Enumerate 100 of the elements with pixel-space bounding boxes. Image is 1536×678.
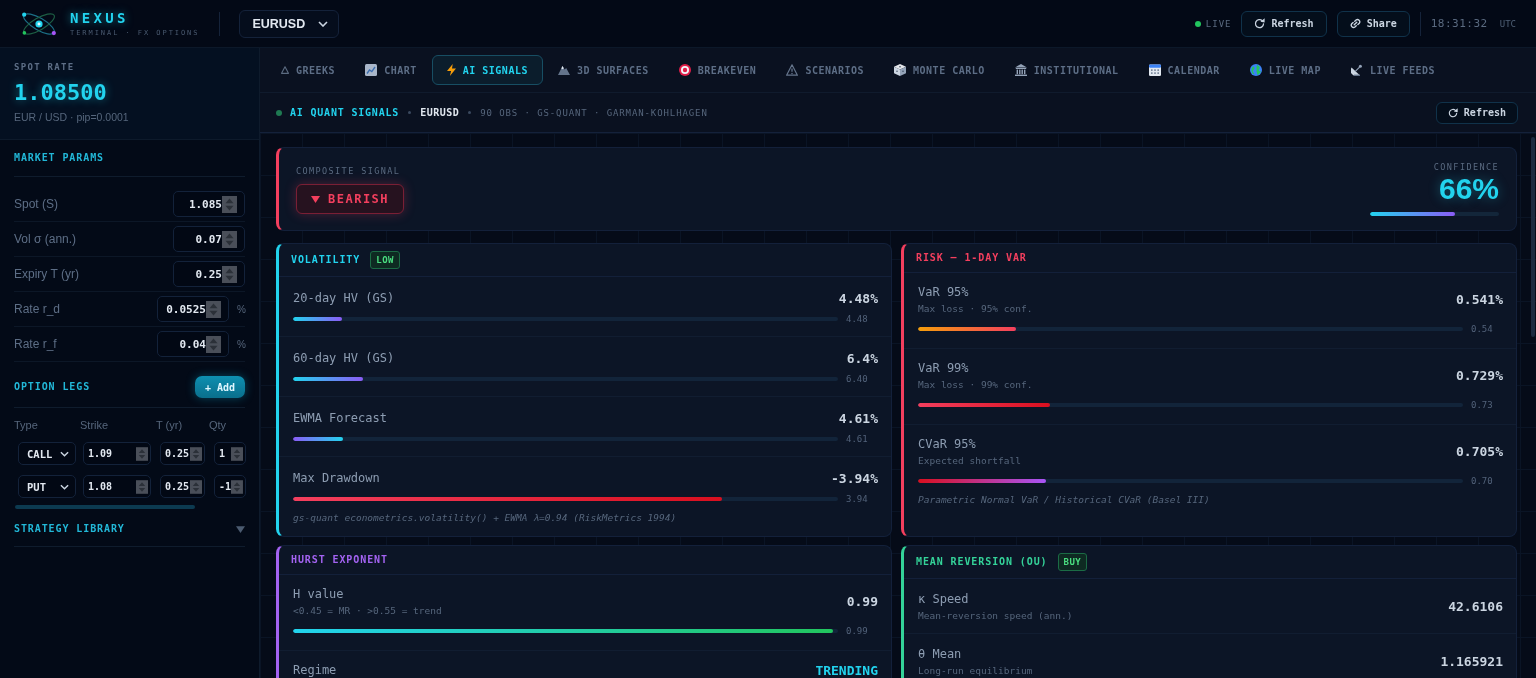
column-header: Strike [80, 419, 110, 431]
signals-title: AI QUANT SIGNALS [290, 107, 400, 118]
link-icon [1349, 18, 1361, 29]
param-label: Rate r_d [14, 302, 61, 316]
confidence-label: CONFIDENCE [1433, 161, 1499, 173]
number-field[interactable]: 1.085 [173, 191, 245, 217]
scrollbar-thumb[interactable] [1531, 137, 1535, 337]
clock-time: 18:31:32 [1430, 17, 1488, 30]
metric-label: CVaR 95% [918, 436, 977, 452]
status-badge: BUY [1057, 553, 1088, 571]
tab[interactable]: BREAKEVEN [663, 55, 772, 85]
spinner-icon [136, 445, 148, 462]
meter-reading: 4.61 [846, 434, 869, 444]
spinner-icon [190, 445, 202, 462]
tab[interactable]: 3D SURFACES [542, 55, 664, 85]
meter-reading: 4.48 [846, 314, 869, 324]
tab[interactable]: LIVE FEEDS [1335, 55, 1451, 85]
tab[interactable]: MONTE CARLO [879, 55, 1000, 85]
orbit-logo-icon [21, 10, 57, 37]
refresh-icon [1254, 18, 1266, 29]
tab[interactable]: AI SIGNALS [431, 55, 543, 85]
type-select[interactable]: PUT [18, 475, 76, 498]
metric-label: Max Drawdown [293, 470, 380, 486]
card-footnote: Parametric Normal VaR / Historical CVaR (Basel III) [917, 494, 1211, 507]
building-icon [1014, 64, 1027, 76]
scrollbar-thumb[interactable] [15, 505, 195, 509]
status-badge: LOW [370, 251, 400, 269]
metric-value: 1.165921 [1440, 654, 1503, 669]
add-leg-button[interactable]: + Add [194, 376, 245, 398]
separator-dot-icon [408, 111, 412, 114]
meter-reading: 0.73 [1471, 400, 1494, 410]
section-title: OPTION LEGS [14, 381, 91, 393]
metric-label: VaR 95% [918, 284, 970, 300]
refresh-icon [1447, 107, 1458, 118]
spinner-icon [222, 230, 237, 248]
metric-label: 60-day HV (GS) [293, 350, 395, 366]
signals-meta: 90 OBS · GS-QUANT · GARMAN-KOHLHAGEN [480, 107, 708, 118]
refresh-button[interactable]: Refresh [1435, 101, 1518, 124]
live-label: LIVE [1205, 18, 1232, 29]
chevron-icon [60, 483, 69, 490]
metric-value: 4.48% [838, 290, 878, 306]
metric-note: <0.45 = MR · >0.55 = trend [293, 604, 442, 617]
tab[interactable]: INSTITUTIONAL [999, 55, 1134, 85]
metric-value: 0.705% [1456, 444, 1503, 459]
tab[interactable]: SCENARIOS [771, 55, 880, 85]
share-button[interactable]: Share [1336, 10, 1410, 37]
metric-value: 0.729% [1456, 368, 1503, 383]
metric-value: 4.61% [838, 410, 878, 426]
warning-icon [786, 64, 799, 76]
metric-label: θ Mean [918, 646, 963, 662]
timezone-label: UTC [1499, 18, 1516, 29]
strategy-library-toggle[interactable]: STRATEGY LIBRARY [14, 509, 245, 547]
number-field[interactable]: 0.0525 [157, 296, 229, 322]
globe-icon [1249, 64, 1262, 76]
strike-field[interactable]: 1.08 [83, 475, 151, 498]
spinner-icon [190, 478, 202, 495]
meter-reading: 6.40 [846, 374, 869, 384]
spinner-icon [222, 195, 237, 213]
metric-label: κ Speed [918, 591, 970, 607]
mountain-icon [557, 65, 570, 75]
param-label: Spot (S) [14, 197, 58, 211]
card-title: HURST EXPONENT [291, 553, 388, 567]
param-label: Rate r_f [14, 337, 57, 351]
pair-label: EURUSD [420, 107, 460, 118]
metric-label: 20-day HV (GS) [293, 290, 395, 306]
meter-reading: 0.54 [1471, 324, 1494, 334]
card-footnote: gs-quant econometrics.volatility() + EWMA λ=0.94 (RiskMetrics 1994) [292, 512, 678, 525]
spot-rate-value: 1.08500 [14, 79, 108, 107]
quantity-field[interactable]: -1 [214, 475, 246, 498]
tab[interactable]: CALENDAR [1133, 55, 1235, 85]
type-select[interactable]: CALL [18, 442, 76, 465]
refresh-button[interactable]: Refresh [1241, 10, 1327, 37]
calendar-icon [1148, 64, 1161, 76]
meter-reading: 0.70 [1471, 476, 1494, 486]
expiry-field[interactable]: 0.25 [160, 442, 205, 465]
pair-select[interactable]: EURUSD [239, 9, 340, 38]
number-field[interactable]: 0.04 [157, 331, 229, 357]
number-field[interactable]: 0.25 [173, 261, 245, 287]
metric-label: VaR 99% [918, 360, 970, 376]
expiry-field[interactable]: 0.25 [160, 475, 205, 498]
metric-note: Max loss · 99% conf. [918, 378, 1033, 391]
section-title: MARKET PARAMS [14, 152, 104, 164]
meter-reading: 3.94 [846, 494, 869, 504]
tab[interactable]: GREEKS [266, 55, 351, 85]
tab[interactable]: CHART [350, 55, 432, 85]
spinner-icon [231, 478, 243, 495]
metric-value: 6.4% [846, 350, 878, 366]
strike-field[interactable]: 1.09 [83, 442, 151, 465]
spot-rate-label: SPOT RATE [14, 61, 76, 73]
dice-icon [894, 64, 907, 76]
tab[interactable]: LIVE MAP [1234, 55, 1336, 85]
card-title: MEAN REVERSION (OU) [916, 555, 1048, 569]
metric-note: Max loss · 95% conf. [918, 302, 1033, 315]
spinner-icon [206, 335, 221, 353]
metric-value: 0.99 [846, 594, 878, 609]
quantity-field[interactable]: 1 [214, 442, 246, 465]
number-field[interactable]: 0.07 [173, 226, 245, 252]
meter-reading: 0.99 [846, 626, 869, 636]
card-title: VOLATILITY [291, 253, 361, 267]
metric-note: Mean-reversion speed (ann.) [918, 609, 1073, 622]
